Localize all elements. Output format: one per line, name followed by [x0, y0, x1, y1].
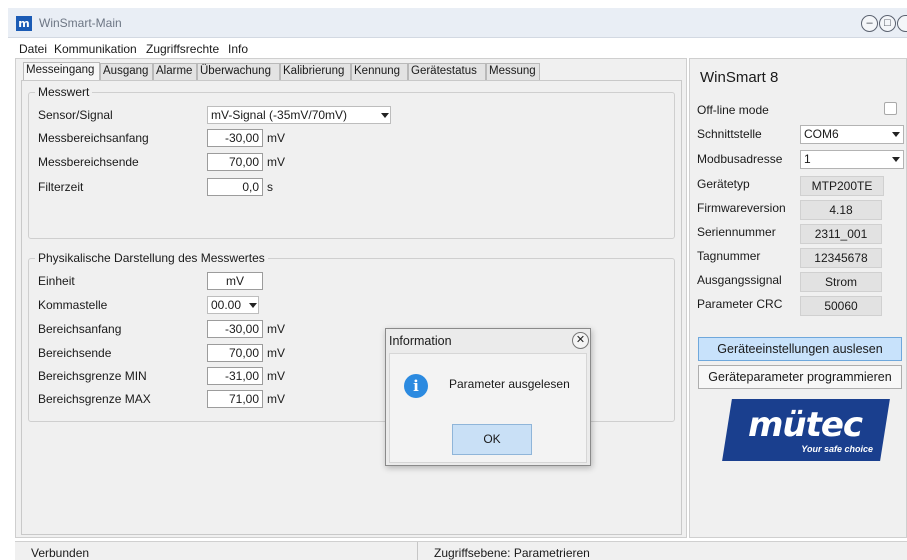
bereichsgrenze-min-input[interactable]: -31,00	[207, 367, 263, 385]
bereichsende-label: Bereichsende	[38, 346, 112, 360]
mutec-logo-text: mütec	[747, 405, 863, 445]
minimize-button[interactable]: –	[861, 15, 878, 32]
einheit-input[interactable]: mV	[207, 272, 263, 290]
schnittstelle-select[interactable]: COM6	[800, 125, 904, 144]
group-messwert-title: Messwert	[35, 85, 93, 99]
program-parameters-button[interactable]: Geräteparameter programmieren	[698, 365, 902, 389]
schnittstelle-label: Schnittstelle	[697, 127, 762, 141]
messbereichsanfang-label: Messbereichsanfang	[38, 131, 149, 145]
title-bar: m WinSmart-Main – □	[8, 8, 907, 38]
device-panel: WinSmart 8 Off-line mode Schnittstelle C…	[689, 58, 907, 538]
read-settings-button[interactable]: Geräteeinstellungen auslesen	[698, 337, 902, 361]
ok-button[interactable]: OK	[452, 424, 532, 455]
tab-ausgang[interactable]: Ausgang	[100, 63, 153, 80]
main-panel: Messeingang Ausgang Alarme Überwachung K…	[15, 58, 687, 538]
filterzeit-input[interactable]: 0,0	[207, 178, 263, 196]
tab-kalibrierung[interactable]: Kalibrierung	[280, 63, 351, 80]
dialog-body: i Parameter ausgelesen OK	[389, 353, 587, 463]
status-bar: Verbunden Zugriffsebene: Parametrieren	[15, 541, 907, 560]
device-panel-title: WinSmart 8	[700, 69, 779, 86]
messbereichsanfang-unit: mV	[267, 131, 285, 145]
tab-messeingang[interactable]: Messeingang	[23, 62, 100, 81]
tab-geraetestatus[interactable]: Gerätestatus	[408, 63, 486, 80]
parameter-crc-label: Parameter CRC	[697, 297, 783, 311]
messbereichsende-input[interactable]: 70,00	[207, 153, 263, 171]
bereichsende-unit: mV	[267, 346, 285, 360]
close-button[interactable]	[897, 15, 907, 32]
firmwareversion-label: Firmwareversion	[697, 201, 786, 215]
connection-status: Verbunden	[31, 546, 90, 560]
bereichsende-input[interactable]: 70,00	[207, 344, 263, 362]
ausgangssignal-label: Ausgangssignal	[697, 273, 782, 287]
tab-kennung[interactable]: Kennung	[351, 63, 408, 80]
modbusadresse-select[interactable]: 1	[800, 150, 904, 169]
bereichsgrenze-max-input[interactable]: 71,00	[207, 390, 263, 408]
kommastelle-label: Kommastelle	[38, 298, 108, 312]
bereichsanfang-label: Bereichsanfang	[38, 322, 122, 336]
chevron-down-icon	[249, 303, 257, 308]
filterzeit-unit: s	[267, 180, 273, 194]
group-messwert: Messwert Sensor/Signal mV-Signal (-35mV/…	[28, 85, 675, 239]
einheit-label: Einheit	[38, 274, 75, 288]
ausgangssignal-value: Strom	[800, 272, 882, 292]
seriennummer-value: 2311_001	[800, 224, 882, 244]
menu-datei[interactable]: Datei	[19, 42, 47, 56]
restore-button[interactable]: □	[879, 15, 896, 32]
bereichsgrenze-min-unit: mV	[267, 369, 285, 383]
offline-mode-label: Off-line mode	[697, 103, 769, 117]
filterzeit-label: Filterzeit	[38, 180, 84, 194]
geraetetyp-label: Gerätetyp	[697, 177, 750, 191]
tagnummer-value: 12345678	[800, 248, 882, 268]
access-level-status: Zugriffsebene: Parametrieren	[434, 546, 590, 560]
tagnummer-label: Tagnummer	[697, 249, 761, 263]
seriennummer-label: Seriennummer	[697, 225, 776, 239]
information-dialog: Information ✕ i Parameter ausgelesen OK	[385, 328, 591, 466]
sensor-label: Sensor/Signal	[38, 108, 113, 122]
chevron-down-icon	[892, 132, 900, 137]
menu-bar: Datei Kommunikation Zugriffsrechte Info	[8, 39, 907, 58]
mutec-logo-tagline: Your safe choice	[801, 444, 873, 454]
messbereichsende-unit: mV	[267, 155, 285, 169]
bereichsgrenze-max-unit: mV	[267, 392, 285, 406]
tab-alarme[interactable]: Alarme	[153, 63, 197, 80]
parameter-crc-value: 50060	[800, 296, 882, 316]
bereichsgrenze-min-label: Bereichsgrenze MIN	[38, 369, 147, 383]
bereichsgrenze-max-label: Bereichsgrenze MAX	[38, 392, 151, 406]
messbereichsanfang-input[interactable]: -30,00	[207, 129, 263, 147]
group-physik-title: Physikalische Darstellung des Messwertes	[35, 251, 268, 265]
dialog-close-button[interactable]: ✕	[572, 332, 589, 349]
menu-zugriffsrechte[interactable]: Zugriffsrechte	[146, 42, 219, 56]
dialog-message: Parameter ausgelesen	[449, 377, 570, 391]
tab-content-messeingang: Messwert Sensor/Signal mV-Signal (-35mV/…	[21, 80, 682, 535]
modbusadresse-label: Modbusadresse	[697, 152, 783, 166]
dialog-title: Information	[389, 334, 452, 348]
bereichsanfang-unit: mV	[267, 322, 285, 336]
menu-kommunikation[interactable]: Kommunikation	[54, 42, 137, 56]
chevron-down-icon	[381, 113, 389, 118]
window-title: WinSmart-Main	[39, 16, 122, 30]
messbereichsende-label: Messbereichsende	[38, 155, 139, 169]
tab-messung[interactable]: Messung	[486, 63, 540, 80]
offline-mode-checkbox[interactable]	[884, 102, 897, 115]
bereichsanfang-input[interactable]: -30,00	[207, 320, 263, 338]
tab-ueberwachung[interactable]: Überwachung	[197, 63, 280, 80]
info-icon: i	[404, 374, 428, 398]
sensor-select[interactable]: mV-Signal (-35mV/70mV)	[207, 106, 391, 124]
app-logo-icon: m	[16, 16, 32, 31]
chevron-down-icon	[892, 157, 900, 162]
status-separator	[417, 542, 418, 560]
firmwareversion-value: 4.18	[800, 200, 882, 220]
geraetetyp-value: MTP200TE	[800, 176, 884, 196]
menu-info[interactable]: Info	[228, 42, 248, 56]
